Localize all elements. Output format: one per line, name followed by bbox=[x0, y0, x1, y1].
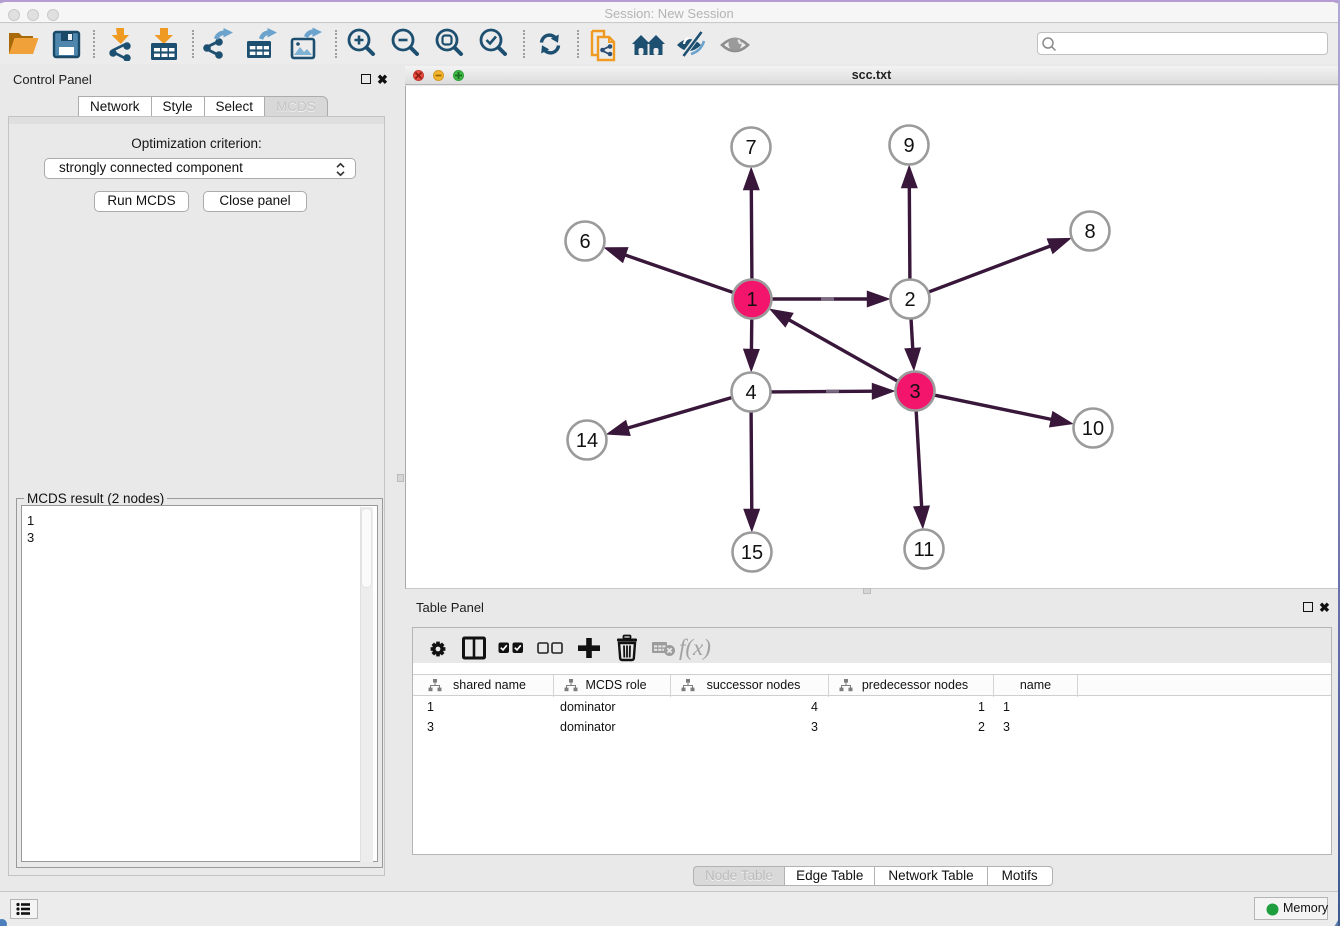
svg-text:15: 15 bbox=[741, 542, 763, 564]
svg-text:4: 4 bbox=[745, 382, 756, 404]
svg-text:2: 2 bbox=[904, 289, 915, 311]
svg-text:11: 11 bbox=[914, 539, 935, 561]
svg-text:3: 3 bbox=[909, 381, 920, 403]
svg-text:7: 7 bbox=[745, 137, 756, 159]
svg-text:f(x): f(x) bbox=[679, 635, 711, 660]
svg-text:14: 14 bbox=[576, 430, 598, 452]
svg-text:6: 6 bbox=[579, 231, 590, 253]
svg-text:9: 9 bbox=[903, 135, 914, 157]
svg-text:1: 1 bbox=[746, 289, 757, 311]
svg-text:10: 10 bbox=[1082, 418, 1104, 440]
svg-text:8: 8 bbox=[1084, 221, 1095, 243]
